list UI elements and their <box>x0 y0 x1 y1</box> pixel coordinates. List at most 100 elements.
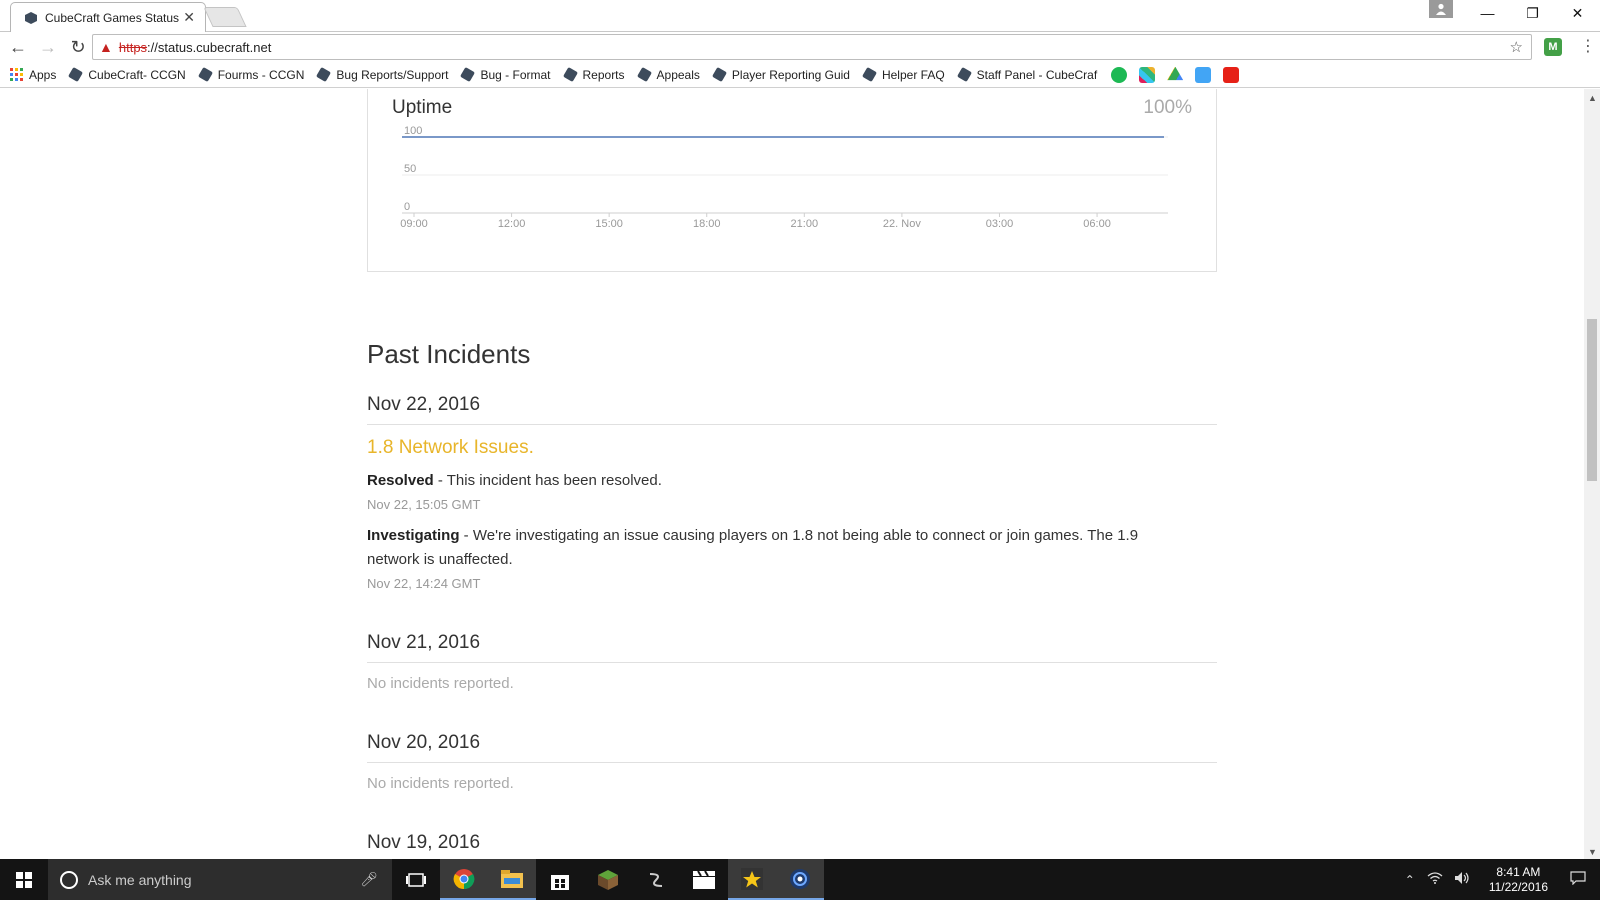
task-view-icon[interactable] <box>392 859 440 900</box>
bookmark-star-icon[interactable]: ☆ <box>1510 38 1523 56</box>
bookmark-label: Fourms - CCGN <box>217 67 305 82</box>
bookmark-label: Helper FAQ <box>881 67 945 82</box>
clock-date: 11/22/2016 <box>1488 879 1548 894</box>
day-title: Nov 21, 2016 <box>367 632 1217 663</box>
no-incidents-text: No incidents reported. <box>367 675 514 692</box>
slack-icon[interactable] <box>1139 66 1156 83</box>
bookmark-bug-reports[interactable]: Bug Reports/Support <box>316 66 449 83</box>
x-tick-label: 22. Nov <box>883 218 921 230</box>
cortana-search-box[interactable]: Ask me anything 🎤︎ <box>48 859 392 900</box>
search-placeholder: Ask me anything <box>88 871 192 888</box>
taskbar-clock[interactable]: 8:41 AM 11/22/2016 <box>1489 865 1548 895</box>
drive-icon[interactable] <box>1167 66 1184 81</box>
x-tick-label: 12:00 <box>498 218 526 230</box>
uptime-chart: 0 50 100 09:00 12:00 15:00 18:00 21:00 22. Nov 03… <box>400 125 1168 230</box>
clock-time: 8:41 AM <box>1496 864 1541 879</box>
bookmark-cubecraft-ccgn[interactable]: CubeCraft- CCGN <box>68 66 186 83</box>
scroll-up-icon[interactable]: ▲ <box>1588 93 1597 103</box>
finder-icon[interactable] <box>1195 66 1212 83</box>
window-controls: — ❐ ✕ <box>1465 0 1600 28</box>
cube-favicon-icon <box>25 11 37 24</box>
browser-toolbar: ← → ↻ ▲ https ://status.cubecraft.net ☆ <box>0 32 1600 62</box>
cube-icon <box>861 66 877 83</box>
bookmark-fourms-ccgn[interactable]: Fourms - CCGN <box>197 66 305 83</box>
bookmark-label: Apps <box>29 67 57 82</box>
back-arrow-icon[interactable]: ← <box>6 35 30 59</box>
cube-icon <box>636 66 652 83</box>
bookmark-label: Player Reporting Guid <box>731 67 850 82</box>
bookmark-apps[interactable]: Apps <box>10 68 56 82</box>
media-app-icon[interactable] <box>776 859 824 900</box>
windows-taskbar: Ask me anything 🎤︎ ⌃ 8:41 AM 11/22/2016 <box>0 859 1600 900</box>
minecraft-icon[interactable] <box>584 859 632 900</box>
volume-icon[interactable] <box>1454 872 1471 887</box>
browser-titlebar: CubeCraft Games Status ✕ — ❐ ✕ <box>0 0 1600 32</box>
update-status: Investigating <box>367 527 460 544</box>
bookmark-label: Reports <box>582 67 625 82</box>
file-explorer-icon[interactable] <box>488 859 536 900</box>
x-tick-label: 18:00 <box>693 218 721 230</box>
cube-icon <box>197 66 213 83</box>
store-icon[interactable] <box>536 859 584 900</box>
cube-icon <box>956 66 972 83</box>
wifi-icon[interactable] <box>1427 872 1443 887</box>
bookmark-player-reporting[interactable]: Player Reporting Guid <box>711 66 850 83</box>
uptime-title: Uptime <box>392 97 453 118</box>
day-title: Nov 20, 2016 <box>367 732 1217 763</box>
bookmark-label: CubeCraft- CCGN <box>88 67 186 82</box>
address-bar[interactable]: ▲ https ://status.cubecraft.net ☆ <box>92 34 1532 60</box>
bookmark-label: Bug Reports/Support <box>336 67 449 82</box>
x-tick-label: 06:00 <box>1083 218 1111 230</box>
bookmark-appeals[interactable]: Appeals <box>636 66 700 83</box>
new-tab-button[interactable] <box>203 7 247 27</box>
bookmark-label: Bug - Format <box>480 67 551 82</box>
apps-grid-icon <box>10 68 23 81</box>
close-window-button[interactable]: ✕ <box>1555 0 1600 26</box>
bookmark-staff-panel[interactable]: Staff Panel - CubeCraf <box>956 66 1097 83</box>
windows-start-icon[interactable] <box>0 859 48 900</box>
cube-icon <box>711 66 727 83</box>
cube-icon <box>316 66 332 83</box>
page-viewport: Uptime 100% 0 50 100 09:00 12:00 15:00 18:00 21… <box>0 89 1584 859</box>
incident-link[interactable]: 1.8 Network Issues. <box>367 437 534 459</box>
bookmark-label: Appeals <box>656 67 700 82</box>
forward-arrow-icon[interactable]: → <box>36 35 60 59</box>
x-tick-label: 21:00 <box>791 218 819 230</box>
url-scheme: https <box>118 39 148 55</box>
spotify-icon[interactable] <box>1111 66 1128 83</box>
tab-close-icon[interactable]: ✕ <box>183 9 195 26</box>
profile-icon[interactable] <box>1429 0 1453 18</box>
chrome-taskbar-icon[interactable] <box>440 859 488 900</box>
scroll-down-icon[interactable]: ▼ <box>1588 847 1597 857</box>
day-title: Nov 22, 2016 <box>367 394 1217 425</box>
bookmark-reports[interactable]: Reports <box>562 66 625 83</box>
microphone-icon[interactable]: 🎤︎ <box>360 871 378 888</box>
url-host: ://status.cubecraft.net <box>147 39 272 55</box>
scrollbar-thumb[interactable] <box>1587 319 1597 481</box>
app-swirl-icon[interactable] <box>632 859 680 900</box>
vertical-scrollbar[interactable]: ▲ ▼ <box>1584 89 1600 859</box>
bookmark-helper-faq[interactable]: Helper FAQ <box>861 66 945 83</box>
incident-update: Investigating - We're investigating an i… <box>367 524 1187 572</box>
reload-icon[interactable]: ↻ <box>66 35 90 59</box>
youtube-icon[interactable] <box>1223 66 1240 83</box>
extension-icon[interactable]: M <box>1544 38 1562 56</box>
x-tick-label: 03:00 <box>986 218 1014 230</box>
show-hidden-icons-icon[interactable]: ⌃ <box>1405 873 1415 887</box>
minimize-button[interactable]: — <box>1465 0 1510 26</box>
restore-button[interactable]: ❐ <box>1510 0 1555 26</box>
cortana-icon <box>60 870 78 889</box>
bookmark-bug-format[interactable]: Bug - Format <box>460 66 551 83</box>
insecure-warning-icon: ▲ <box>99 39 113 55</box>
movies-tv-icon[interactable] <box>680 859 728 900</box>
browser-tab[interactable]: CubeCraft Games Status ✕ <box>10 2 206 32</box>
y-tick-label: 100 <box>404 125 422 137</box>
star-app-icon[interactable] <box>728 859 776 900</box>
system-tray: ⌃ 8:41 AM 11/22/2016 <box>1399 859 1600 900</box>
browser-menu-icon[interactable]: ⋮ <box>1580 36 1596 56</box>
action-center-icon[interactable] <box>1570 871 1586 888</box>
x-tick-label: 15:00 <box>595 218 623 230</box>
x-tick-label: 09:00 <box>400 218 428 230</box>
update-text: - We're investigating an issue causing p… <box>367 527 1139 568</box>
bookmarks-bar: Apps CubeCraft- CCGN Fourms - CCGN Bug R… <box>0 62 1600 88</box>
